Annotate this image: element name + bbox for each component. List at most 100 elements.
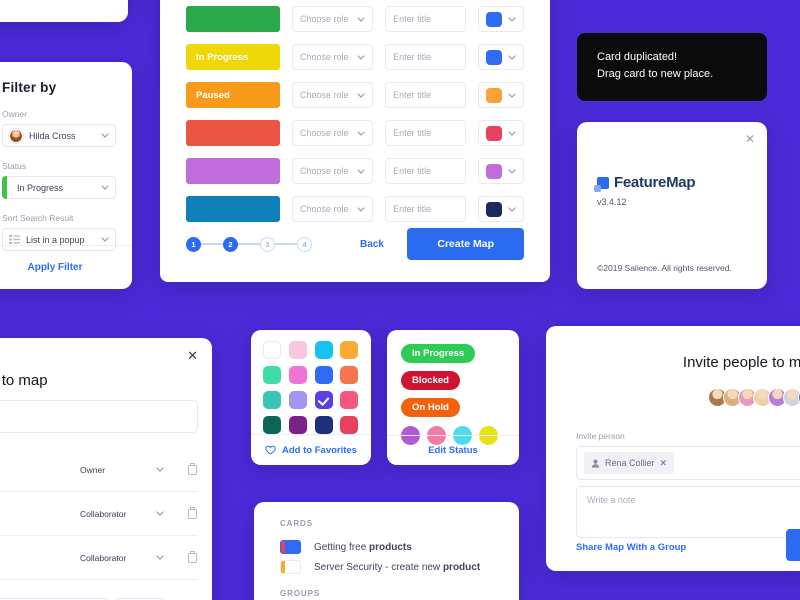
color-select[interactable]	[478, 196, 525, 222]
status-card: In Progress Blocked On Hold Edit Status	[387, 330, 519, 465]
palette-swatch[interactable]	[263, 366, 281, 384]
role-select[interactable]: Choose role	[291, 196, 374, 222]
note-textarea[interactable]: Write a note	[576, 486, 800, 538]
role-select[interactable]: Choose role	[291, 44, 374, 70]
send-invite-button[interactable]	[786, 529, 800, 561]
palette-swatch[interactable]	[340, 416, 359, 434]
title-input[interactable]: Enter title	[385, 6, 467, 32]
chevron-down-icon	[357, 206, 365, 212]
heart-icon	[265, 445, 276, 455]
palette-swatch[interactable]	[263, 341, 281, 359]
remove-tag-icon[interactable]: ✕	[660, 458, 668, 469]
invite-input[interactable]	[0, 400, 198, 433]
status-pill[interactable]: On Hold	[401, 398, 460, 417]
step-4[interactable]: 4	[297, 236, 312, 252]
add-to-favorites-button[interactable]: Add to Favorites	[251, 434, 371, 465]
create-map-button[interactable]: Create Map	[407, 228, 524, 260]
dialog-title: Invite people to map	[682, 354, 800, 371]
color-select[interactable]	[478, 82, 525, 108]
create-map-footer: 1 2 3 4 Back Create Map	[186, 228, 524, 260]
person-tag[interactable]: Rena Collier ✕	[584, 452, 675, 474]
status-chip[interactable]	[186, 6, 280, 32]
role-select[interactable]: Choose role	[291, 6, 374, 32]
delete-member-icon[interactable]	[187, 550, 198, 565]
chevron-down-icon	[357, 92, 365, 98]
title-input[interactable]: Enter title	[385, 196, 467, 222]
sort-value: List in a popup	[26, 234, 85, 245]
palette-swatch[interactable]	[340, 366, 359, 384]
member-role[interactable]: Collaborator	[80, 553, 156, 563]
legend-item: Getting free products	[254, 537, 519, 557]
title-input[interactable]: Enter title	[385, 120, 467, 146]
invite-person-input[interactable]: Rena Collier ✕	[576, 446, 800, 480]
edit-status-button[interactable]: Edit Status	[387, 435, 519, 465]
palette-swatch[interactable]	[314, 416, 333, 434]
status-chip-label: In Progress	[196, 51, 249, 63]
apply-filter-button[interactable]: Apply Filter	[0, 245, 132, 289]
title-input[interactable]: Enter title	[385, 44, 467, 70]
create-map-row-list: Choose role Enter title In Progress Choose …	[160, 0, 550, 222]
create-map-row: Choose role Enter title	[186, 6, 525, 32]
title-placeholder: Enter title	[393, 90, 432, 100]
status-chip[interactable]	[186, 196, 280, 222]
member-role[interactable]: Collaborator	[80, 509, 156, 519]
step-2[interactable]: 2	[223, 236, 238, 252]
chevron-down-icon	[101, 237, 109, 242]
avatar-stack[interactable]: ▾	[708, 388, 800, 407]
status-pill[interactable]: Blocked	[401, 371, 460, 390]
palette-swatch[interactable]	[288, 416, 307, 434]
step-1[interactable]: 1	[186, 236, 201, 252]
role-select[interactable]: Choose role	[291, 82, 374, 108]
role-placeholder: Choose role	[299, 90, 349, 100]
product-name: FeatureMap	[614, 174, 696, 191]
legend-card: CARDS Getting free products Server Securi…	[254, 502, 519, 600]
title-input[interactable]: Enter title	[385, 82, 467, 108]
palette-swatch[interactable]	[314, 366, 333, 384]
status-chip-label: Paused	[196, 89, 230, 101]
chevron-down-icon	[508, 16, 516, 22]
palette-swatch[interactable]	[314, 341, 333, 359]
status-chip[interactable]: In Progress	[186, 44, 280, 70]
color-select[interactable]	[478, 158, 525, 184]
person-tag-label: Rena Collier	[605, 458, 655, 468]
role-select[interactable]: Choose role	[291, 120, 374, 146]
chevron-down-icon	[156, 511, 164, 516]
status-pill[interactable]: In Progress	[401, 344, 476, 363]
palette-swatch[interactable]	[340, 391, 359, 409]
status-chip[interactable]	[186, 120, 280, 146]
close-icon[interactable]: ✕	[745, 132, 755, 146]
palette-swatch[interactable]	[314, 391, 333, 409]
about-dialog: ✕ FeatureMap v3.4.12 ©2019 Salience. All…	[577, 122, 767, 289]
palette-swatch[interactable]	[263, 416, 281, 434]
color-select[interactable]	[478, 120, 525, 146]
delete-member-icon[interactable]	[187, 462, 198, 477]
filter-panel: Filter by Owner Hilda Cross Status In Pr…	[0, 62, 132, 289]
role-placeholder: Choose role	[299, 128, 349, 138]
role-select[interactable]: Choose role	[291, 158, 374, 184]
palette-swatch[interactable]	[340, 341, 359, 359]
palette-swatch[interactable]	[263, 391, 281, 409]
step-3[interactable]: 3	[260, 236, 275, 252]
edit-status-label: Edit Status	[428, 445, 478, 456]
chevron-down-icon	[508, 92, 516, 98]
status-chip[interactable]: Paused	[186, 82, 280, 108]
close-icon[interactable]: ✕	[187, 348, 198, 364]
legend-item: Server Security - create new product	[254, 557, 519, 577]
owner-select[interactable]: Hilda Cross	[2, 124, 116, 147]
create-map-row: Choose role Enter title	[186, 196, 525, 222]
title-input[interactable]: Enter title	[385, 158, 467, 184]
palette-swatch[interactable]	[288, 391, 307, 409]
color-select[interactable]	[478, 44, 525, 70]
status-label: Status	[2, 161, 27, 171]
share-with-group-link[interactable]: Share Map With a Group	[576, 542, 686, 553]
back-button[interactable]: Back	[360, 239, 384, 250]
filter-panel-title: Filter by	[2, 80, 57, 95]
chevron-down-icon	[508, 168, 516, 174]
delete-member-icon[interactable]	[187, 506, 198, 521]
palette-swatch[interactable]	[288, 366, 307, 384]
palette-swatch[interactable]	[288, 341, 307, 359]
member-role[interactable]: Owner	[80, 465, 156, 475]
color-select[interactable]	[478, 6, 525, 32]
status-select[interactable]: In Progress	[2, 176, 116, 199]
status-chip[interactable]	[186, 158, 280, 184]
